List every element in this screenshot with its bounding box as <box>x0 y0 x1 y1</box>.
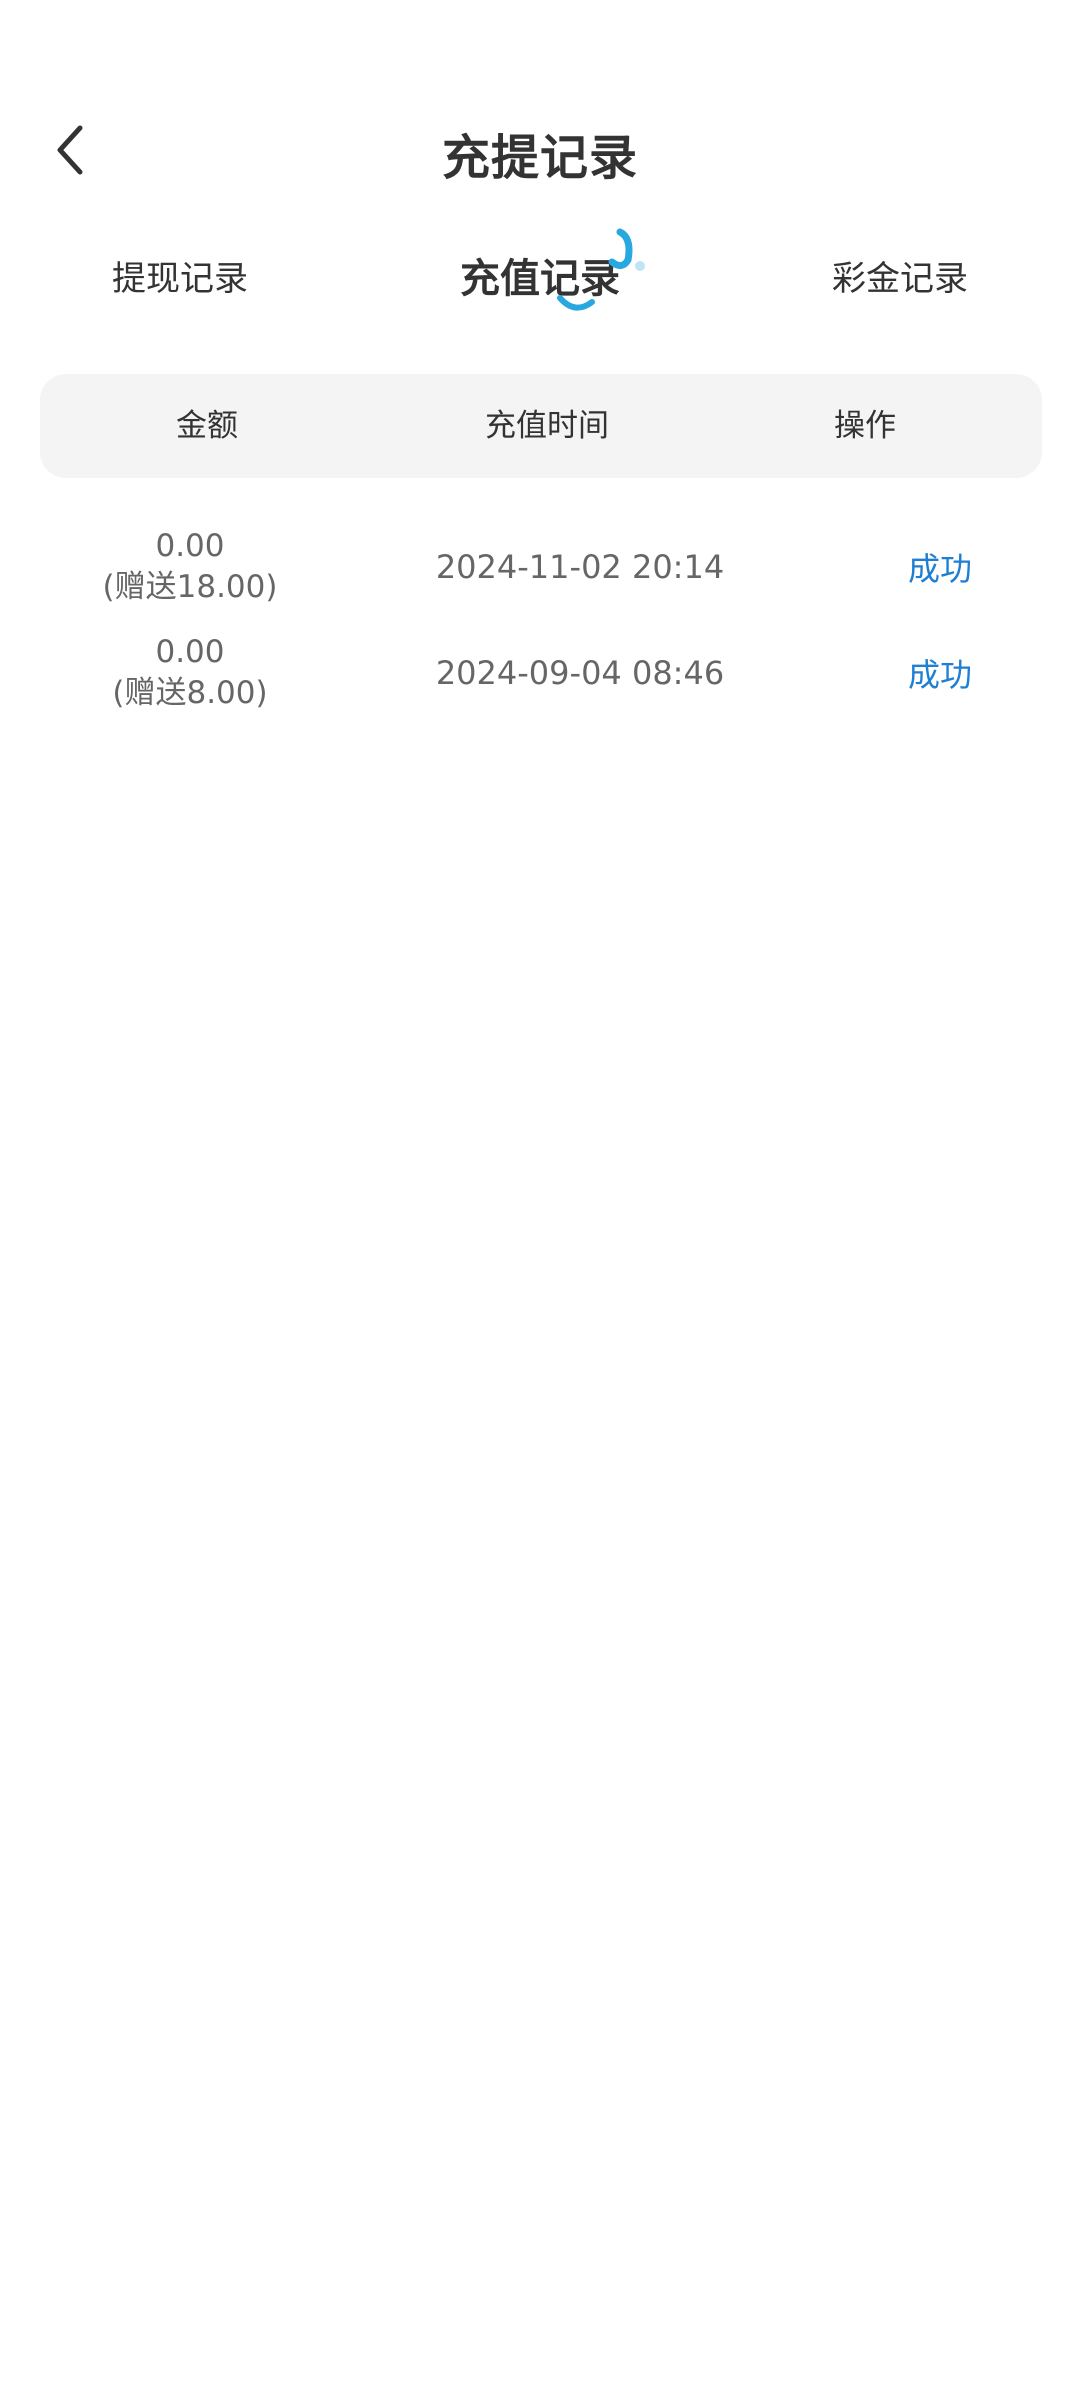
amount-cell: 0.00 (赠送18.00) <box>70 514 310 620</box>
record-list: 0.00 (赠送18.00) 2024-11-02 20:14 成功 0.00 … <box>40 514 1042 726</box>
column-header-operation: 操作 <box>834 408 896 444</box>
tab-withdraw-records[interactable]: 提现记录 <box>30 220 330 330</box>
status-link[interactable]: 成功 <box>800 514 1080 620</box>
table-row: 0.00 (赠送18.00) 2024-11-02 20:14 成功 <box>40 514 1042 620</box>
page-title: 充提记录 <box>441 130 638 186</box>
time-cell: 2024-11-02 20:14 <box>435 548 725 586</box>
amount-value: 0.00 <box>155 528 225 564</box>
column-header-amount: 金额 <box>176 408 238 444</box>
top-bar: 充提记录 <box>0 90 1080 210</box>
recharge-withdraw-records-page: 充提记录 提现记录 充值记录 彩金记录 金额 充值时间 操作 0.00 (赠送1… <box>0 0 1080 2400</box>
status-link[interactable]: 成功 <box>800 620 1080 726</box>
table-header: 金额 充值时间 操作 <box>40 374 1042 478</box>
amount-cell: 0.00 (赠送8.00) <box>70 620 310 726</box>
tab-recharge-records-label: 充值记录 <box>460 256 620 302</box>
time-cell: 2024-09-04 08:46 <box>435 654 725 692</box>
amount-value: 0.00 <box>155 634 225 670</box>
tab-bonus-records[interactable]: 彩金记录 <box>750 220 1050 330</box>
record-tabs: 提现记录 充值记录 彩金记录 <box>0 220 1080 330</box>
bonus-value: (赠送8.00) <box>112 675 268 711</box>
table-row: 0.00 (赠送8.00) 2024-09-04 08:46 成功 <box>40 620 1042 726</box>
tab-recharge-records[interactable]: 充值记录 <box>390 220 690 330</box>
bonus-value: (赠送18.00) <box>102 569 278 605</box>
column-header-time: 充值时间 <box>485 408 609 444</box>
